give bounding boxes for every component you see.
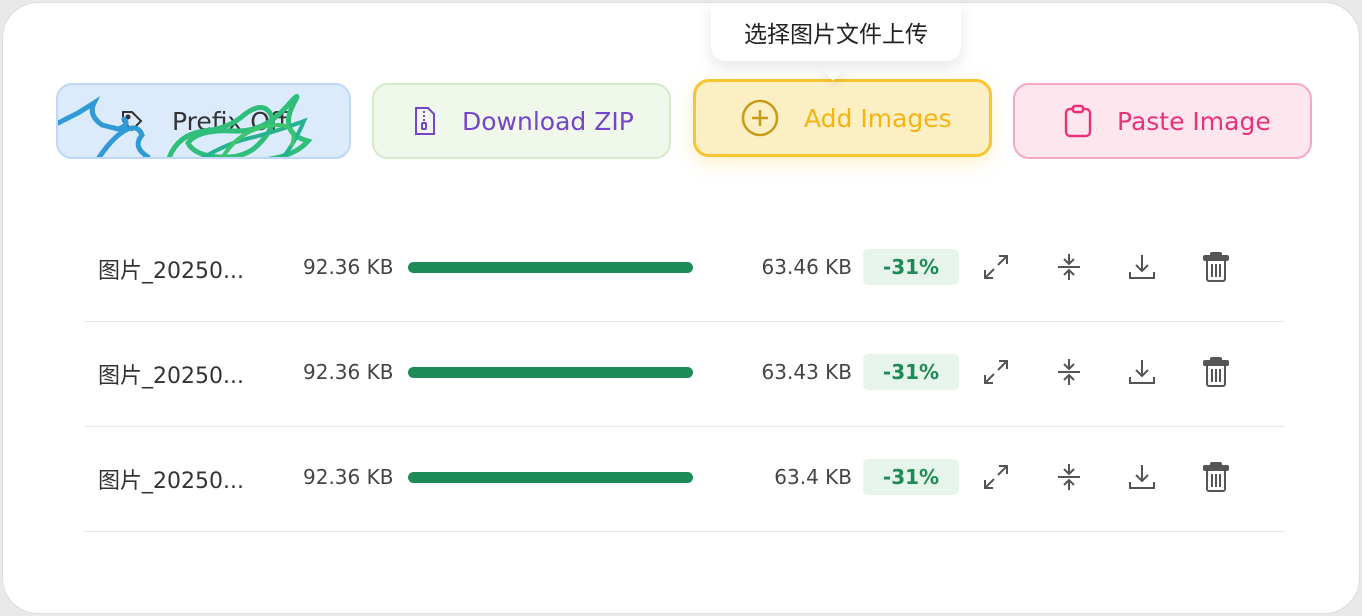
plus-circle-icon — [740, 98, 780, 138]
expand-icon[interactable] — [979, 250, 1013, 284]
paste-image-label: Paste Image — [1117, 106, 1271, 136]
file-row: 图片_20250... 92.36 KB 63.46 KB -31% — [84, 217, 1285, 322]
file-name: 图片_20250... — [98, 259, 244, 284]
zip-file-icon — [412, 106, 438, 136]
reduction-badge: -31% — [863, 354, 959, 390]
compress-icon[interactable] — [1052, 250, 1086, 284]
add-images-button[interactable]: Add Images — [693, 79, 992, 157]
file-row: 图片_20250... 92.36 KB 63.4 KB -31% — [84, 427, 1285, 532]
compressed-size: 63.43 KB — [761, 360, 852, 384]
trash-icon[interactable] — [1199, 250, 1233, 284]
compress-icon[interactable] — [1052, 355, 1086, 389]
add-images-tooltip: 选择图片文件上传 — [711, 3, 961, 61]
file-name: 图片_20250... — [98, 364, 244, 389]
clipboard-icon — [1063, 104, 1093, 138]
trash-icon[interactable] — [1199, 355, 1233, 389]
download-icon[interactable] — [1125, 355, 1159, 389]
original-size: 92.36 KB — [303, 465, 394, 489]
file-name: 图片_20250... — [98, 469, 244, 494]
download-icon[interactable] — [1125, 460, 1159, 494]
file-row: 图片_20250... 92.36 KB 63.43 KB -31% — [84, 322, 1285, 427]
tag-icon — [120, 109, 144, 133]
original-size: 92.36 KB — [303, 255, 394, 279]
download-icon[interactable] — [1125, 250, 1159, 284]
progress-bar — [408, 367, 693, 378]
paste-image-button[interactable]: Paste Image — [1013, 83, 1312, 159]
original-size: 92.36 KB — [303, 360, 394, 384]
trash-icon[interactable] — [1199, 460, 1233, 494]
compressed-size: 63.4 KB — [774, 465, 852, 489]
expand-icon[interactable] — [979, 460, 1013, 494]
reduction-badge: -31% — [863, 249, 959, 285]
prefix-toggle-button[interactable]: Prefix Off — [56, 83, 351, 159]
download-zip-label: Download ZIP — [462, 106, 634, 136]
progress-bar — [408, 262, 693, 273]
prefix-toggle-label: Prefix Off — [172, 106, 288, 136]
reduction-badge: -31% — [863, 459, 959, 495]
expand-icon[interactable] — [979, 355, 1013, 389]
download-zip-button[interactable]: Download ZIP — [372, 83, 671, 159]
progress-bar — [408, 472, 693, 483]
compress-icon[interactable] — [1052, 460, 1086, 494]
add-images-label: Add Images — [804, 103, 952, 133]
compressed-size: 63.46 KB — [761, 255, 852, 279]
main-panel: 选择图片文件上传 Prefix Off Download ZIP Add Ima… — [2, 2, 1360, 614]
